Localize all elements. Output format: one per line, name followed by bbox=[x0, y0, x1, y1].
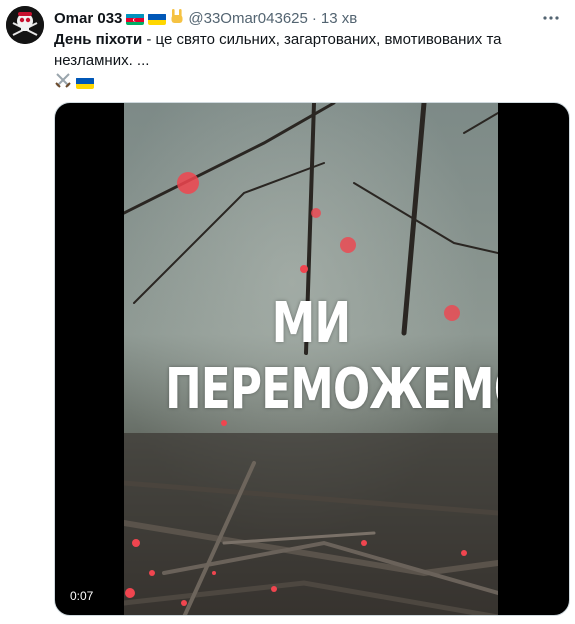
display-name[interactable]: Omar 033 bbox=[54, 10, 122, 28]
more-icon[interactable] bbox=[537, 4, 565, 32]
ukraine-flag-icon bbox=[148, 13, 167, 25]
azerbaijan-flag-icon bbox=[126, 13, 145, 25]
avatar[interactable] bbox=[6, 6, 44, 44]
video-frame: МИ ПЕРЕМОЖЕМО bbox=[124, 103, 498, 615]
pirate-skull-icon bbox=[6, 6, 44, 44]
tweet-text: День піхоти - це свято сильних, загартов… bbox=[54, 29, 524, 71]
video-caption-line1: МИ bbox=[271, 291, 351, 356]
video-caption-line2: ПЕРЕМОЖЕМО bbox=[165, 357, 498, 422]
tweet[interactable]: Omar 033 @33Omar043625 · 13 хв День піхо… bbox=[0, 0, 575, 624]
tweet-text-bold: День піхоти bbox=[54, 31, 143, 48]
video-player[interactable]: МИ ПЕРЕМОЖЕМО 0:07 bbox=[54, 102, 570, 616]
tweet-header: Omar 033 @33Omar043625 · 13 хв bbox=[54, 8, 525, 29]
handle[interactable]: @33Omar043625 bbox=[188, 10, 307, 28]
emoji-row bbox=[54, 71, 94, 94]
ukraine-flag-icon bbox=[76, 77, 94, 89]
video-duration: 0:07 bbox=[65, 587, 99, 605]
crossed-swords-icon bbox=[54, 71, 72, 94]
separator: · bbox=[311, 9, 317, 27]
rock-hand-icon bbox=[170, 8, 184, 29]
timestamp[interactable]: 13 хв bbox=[321, 10, 357, 28]
